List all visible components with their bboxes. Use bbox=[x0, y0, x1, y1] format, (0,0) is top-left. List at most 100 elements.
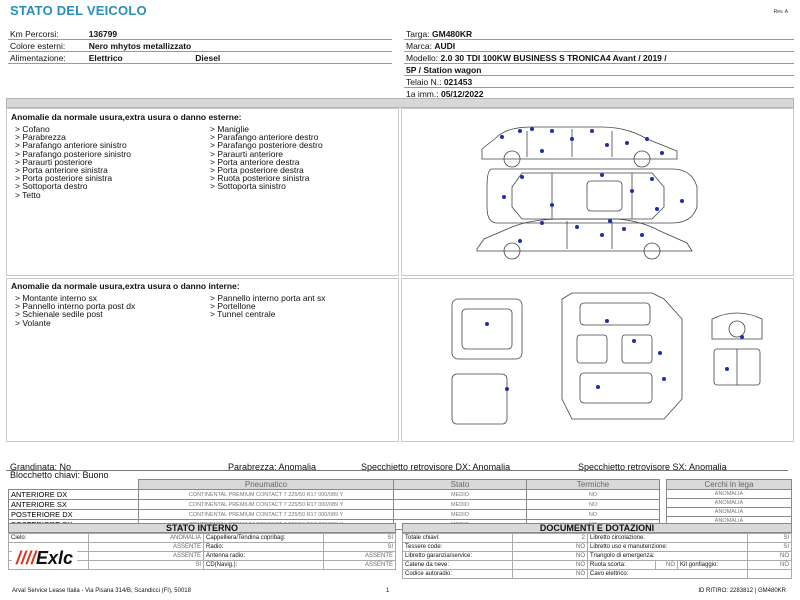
kv-label: Ruota scorta: bbox=[587, 560, 656, 570]
kv-label: Catene da neve: bbox=[402, 560, 513, 570]
kv-label: CD(Navig.): bbox=[203, 560, 324, 570]
kv-value: NO bbox=[747, 560, 792, 570]
car-interior-svg bbox=[451, 292, 763, 425]
info-row: Marca: AUDI bbox=[404, 39, 794, 52]
internal-car-diagram bbox=[401, 278, 794, 442]
external-damage-list-2: > Maniglie > Parafango anteriore destro … bbox=[210, 125, 398, 191]
info-value: 5P / Station wagon bbox=[406, 64, 482, 75]
kv-value: NO bbox=[655, 560, 678, 570]
external-damage-list-1: > Cofano > Parabrezza > Parafango anteri… bbox=[15, 125, 205, 199]
info-row: Alimentazione: Elettrico Diesel bbox=[8, 51, 392, 64]
kv-value: NO bbox=[512, 542, 588, 552]
info-cell: Telaio N.: 021453 bbox=[404, 75, 794, 88]
external-damage-title: Anomalie da normale usura,extra usura o … bbox=[11, 112, 242, 122]
cerchi-value: ANOMALIA bbox=[666, 489, 792, 499]
footer-page: 1 bbox=[386, 588, 390, 594]
documenti-title: DOCUMENTI E DOTAZIONI bbox=[402, 523, 792, 533]
table-row: ANTERIORE SX CONTINENTAL PREMIUM CONTACT… bbox=[8, 499, 660, 510]
kv-label: Libretto circolazione: bbox=[587, 533, 748, 543]
kv-label: Cavo elettrico: bbox=[587, 569, 748, 579]
internal-damage-list-1: > Montante interno sx > Pannello interno… bbox=[15, 294, 205, 327]
kv-value: NO bbox=[747, 551, 792, 561]
kv-label: Triangolo di emergenza: bbox=[587, 551, 748, 561]
kv-value: ASSENTE bbox=[323, 551, 396, 561]
table-row: Codice autoradio: NO Cavo elettrico: bbox=[402, 569, 792, 579]
kv-value: NO bbox=[512, 560, 588, 570]
revision-label: Rev. A bbox=[773, 9, 788, 15]
list-item: > Sottoporta destro bbox=[15, 181, 88, 192]
kv-value: ASSENTE bbox=[88, 542, 204, 552]
kv-value: ASSENTE bbox=[323, 560, 396, 570]
info-label: 1a imm.: bbox=[406, 88, 439, 99]
tyre-position: POSTERIORE DX bbox=[8, 509, 139, 520]
cerchi-value: ANOMALIA bbox=[666, 498, 792, 508]
table-row: ANTERIORE DX CONTINENTAL PREMIUM CONTACT… bbox=[8, 489, 660, 500]
stato-interno-title: STATO INTERNO bbox=[8, 523, 396, 533]
info-row: Targa: GM480KR bbox=[404, 27, 794, 40]
table-header-row: Pneumatico Stato Termiche bbox=[9, 479, 660, 490]
vehicle-info-left: Km Percorsi: 136799 Colore esterni: Nero… bbox=[8, 27, 392, 64]
kv-label: Radio: bbox=[203, 542, 324, 552]
kv-value: SI bbox=[323, 542, 396, 552]
info-cell: Marca: AUDI bbox=[404, 39, 794, 52]
info-value: Nero mhytos metallizzato bbox=[86, 39, 194, 52]
info-cell: Targa: GM480KR bbox=[404, 27, 794, 40]
tyre-header-termiche: Termiche bbox=[526, 479, 660, 490]
info-value: GM480KR bbox=[432, 28, 473, 39]
list-item: > Tetto bbox=[15, 189, 41, 200]
tyre-termiche: NO bbox=[526, 509, 660, 520]
info-extra: Diesel bbox=[193, 51, 392, 64]
list-item: > Sottoporta sinistro bbox=[210, 181, 286, 192]
table-row: Cielo: ANOMALIA Cappelliera/Tendina copr… bbox=[8, 533, 396, 543]
kv-value: SI bbox=[323, 533, 396, 543]
page-title: STATO DEL VEICOLO bbox=[10, 3, 147, 18]
kv-value: SI bbox=[747, 533, 792, 543]
info-label: Colore esterni: bbox=[8, 39, 87, 52]
cerchi-header: Cerchi in lega bbox=[666, 479, 792, 490]
summary-divider bbox=[6, 470, 788, 471]
logo: ////Exlc bbox=[12, 548, 78, 569]
section-band bbox=[6, 98, 794, 108]
internal-damage-list-2: > Pannello interno porta ant sx > Portel… bbox=[210, 294, 398, 319]
table-header-row: Cerchi in lega bbox=[666, 479, 792, 490]
info-row: Modello: 2.0 30 TDI 100KW BUSINESS S TRO… bbox=[404, 51, 794, 64]
info-label: Modello: bbox=[406, 52, 439, 63]
table-row: Tessere code: NO Libretto uso e manutenz… bbox=[402, 542, 792, 552]
info-label: Km Percorsi: bbox=[8, 27, 87, 40]
kv-value: SI bbox=[88, 560, 204, 570]
internal-damage-title: Anomalie da normale usura,extra usura o … bbox=[11, 281, 240, 291]
info-label: Telaio N.: bbox=[406, 76, 442, 87]
info-value: AUDI bbox=[434, 40, 456, 51]
tyre-model: CONTINENTAL PREMIUM CONTACT 7 225/50 R17… bbox=[138, 489, 394, 500]
table-row: ANOMALIA bbox=[666, 507, 792, 517]
internal-damage-panel: Anomalie da normale usura,extra usura o … bbox=[6, 278, 399, 442]
info-label: Targa: bbox=[406, 28, 430, 39]
tyre-model: CONTINENTAL PREMIUM CONTACT 7 225/50 R17… bbox=[138, 499, 394, 510]
logo-text: Exlc bbox=[36, 548, 74, 568]
kv-value: ANOMALIA bbox=[88, 533, 204, 543]
list-item: > Volante bbox=[15, 317, 51, 328]
tyre-termiche: NO bbox=[526, 499, 660, 510]
tyre-model: CONTINENTAL PREMIUM CONTACT 7 225/50 R17… bbox=[138, 509, 394, 520]
kv-label: Tessere code: bbox=[402, 542, 513, 552]
table-row: ANOMALIA bbox=[666, 498, 792, 508]
info-extra bbox=[193, 27, 392, 40]
table-row: Libretto garanzia/service: NO Triangolo … bbox=[402, 551, 792, 561]
kv-label: Antenna radio: bbox=[203, 551, 324, 561]
kv-label: Libretto garanzia/service: bbox=[402, 551, 513, 561]
tyre-header-blank bbox=[9, 480, 139, 490]
info-row: 5P / Station wagon bbox=[404, 63, 794, 76]
info-value: 136799 bbox=[86, 27, 194, 40]
kv-value: SI bbox=[747, 542, 792, 552]
external-damage-panel: Anomalie da normale usura,extra usura o … bbox=[6, 108, 399, 276]
table-row: ANOMALIA bbox=[666, 489, 792, 499]
external-car-diagram bbox=[401, 108, 794, 276]
info-row: Telaio N.: 021453 bbox=[404, 75, 794, 88]
info-cell: 5P / Station wagon bbox=[404, 63, 794, 76]
tyre-stato: MEDIO bbox=[393, 499, 527, 510]
kv-value bbox=[747, 569, 792, 579]
tyre-stato: MEDIO bbox=[393, 489, 527, 500]
info-label: Marca: bbox=[406, 40, 432, 51]
info-value: 021453 bbox=[443, 76, 473, 87]
documenti-table: Totale chiavi: 2 Libretto circolazione: … bbox=[402, 533, 792, 579]
